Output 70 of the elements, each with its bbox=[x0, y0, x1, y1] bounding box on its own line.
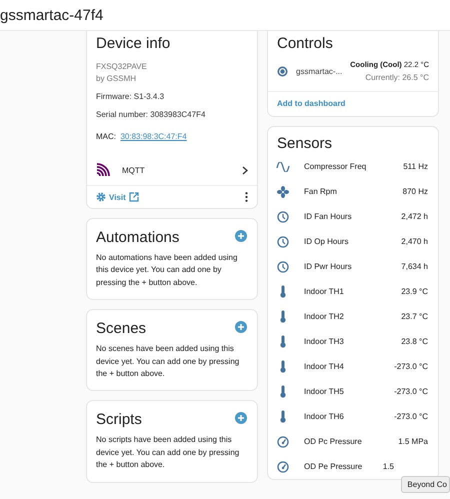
thermometer-icon bbox=[279, 385, 287, 398]
add-icon[interactable] bbox=[235, 230, 247, 242]
card-title: Sensors bbox=[276, 134, 334, 154]
sensor-name[interactable]: OD Pc Pressure bbox=[304, 437, 398, 446]
sensor-name[interactable]: Compressor Freq bbox=[304, 162, 404, 171]
sensor-value: 1.5 bbox=[382, 462, 394, 471]
add-icon[interactable] bbox=[235, 320, 247, 333]
sensor-name[interactable]: Indoor TH1 bbox=[304, 287, 402, 296]
mac-link[interactable]: 30:83:98:3C:47:F4 bbox=[120, 132, 187, 140]
sensor-name[interactable]: ID Pwr Hours bbox=[304, 262, 402, 271]
sensor-value: 2,470 h bbox=[401, 237, 428, 246]
empty-message: No scripts have been added using this device yet. You can add one by pressing the + button above. bbox=[95, 434, 240, 472]
sensor-value: -273.0 °C bbox=[394, 412, 428, 421]
card-title: Scenes bbox=[95, 319, 148, 340]
model-text: FXSQ32PAVE bbox=[95, 61, 148, 73]
visit-button[interactable]: Visit bbox=[96, 192, 139, 202]
thermometer-icon bbox=[279, 410, 287, 423]
tooltip: Beyond Co bbox=[401, 476, 450, 493]
card-title: Device info bbox=[95, 34, 172, 54]
sensor-name[interactable]: ID Op Hours bbox=[304, 237, 402, 246]
gauge-icon bbox=[277, 460, 289, 472]
thermometer-icon bbox=[279, 335, 287, 348]
sensor-name[interactable]: Indoor TH2 bbox=[304, 312, 402, 321]
serial-text: Serial number: 3083983C47F4 bbox=[95, 109, 206, 121]
sensor-value: 23.7 °C bbox=[401, 312, 428, 321]
sensor-name[interactable]: Indoor TH4 bbox=[304, 362, 394, 371]
sensor-value: 23.8 °C bbox=[401, 337, 428, 346]
card-title: Automations bbox=[95, 228, 180, 248]
clock-icon bbox=[277, 210, 289, 222]
sensor-name[interactable]: Indoor TH3 bbox=[304, 337, 402, 346]
integration-link[interactable]: MQTT bbox=[122, 166, 242, 174]
sensor-name[interactable]: OD Pe Pressure bbox=[304, 462, 383, 471]
clock-icon bbox=[277, 260, 289, 272]
mqtt-logo-icon bbox=[96, 163, 110, 177]
gear-icon bbox=[96, 192, 106, 202]
sensor-value: 870 Hz bbox=[402, 187, 428, 196]
gauge-icon bbox=[277, 436, 289, 448]
wave-icon bbox=[276, 162, 290, 172]
chevron-right-icon[interactable] bbox=[242, 166, 248, 174]
sensor-value: 2,472 h bbox=[401, 212, 428, 221]
thermostat-icon bbox=[277, 66, 288, 76]
entity-name[interactable]: gssmartac-... bbox=[296, 66, 350, 76]
card-title: Scripts bbox=[95, 410, 143, 430]
sensor-value: 7,634 h bbox=[401, 262, 428, 271]
sensor-value: 23.9 °C bbox=[401, 287, 428, 296]
manufacturer-text: by GSSMH bbox=[95, 73, 138, 85]
sensor-name[interactable]: Indoor TH5 bbox=[304, 387, 394, 396]
sensor-value: -273.0 °C bbox=[394, 362, 428, 371]
sensor-name[interactable]: Indoor TH6 bbox=[304, 412, 394, 421]
page-title: gssmartac-47f4 bbox=[0, 6, 104, 24]
empty-message: No scenes have been added using this device yet. You can add one by pressing the + button above. bbox=[95, 343, 240, 380]
mac-label: MAC: bbox=[96, 132, 116, 140]
thermometer-icon bbox=[279, 285, 287, 298]
empty-message: No automations have been added using this device yet. You can add one by pressing the + button above. bbox=[95, 252, 238, 289]
add-icon[interactable] bbox=[235, 412, 247, 424]
add-to-dashboard-link[interactable]: Add to dashboard bbox=[277, 99, 346, 108]
thermometer-icon bbox=[279, 310, 287, 323]
clock-icon bbox=[277, 236, 289, 248]
thermometer-icon bbox=[279, 360, 287, 373]
more-menu-icon[interactable] bbox=[245, 192, 248, 202]
card-title: Controls bbox=[276, 34, 334, 54]
sensor-name[interactable]: Fan Rpm bbox=[304, 187, 403, 196]
firmware-text: Firmware: S1-3.4.3 bbox=[95, 91, 166, 103]
current-temperature: Currently: 26.5 °C bbox=[365, 73, 429, 82]
sensor-value: 1.5 MPa bbox=[398, 437, 428, 446]
external-link-icon bbox=[128, 192, 139, 202]
sensor-value: -273.0 °C bbox=[394, 387, 428, 396]
sensor-name[interactable]: ID Fan Hours bbox=[304, 212, 402, 221]
sensor-value: 511 Hz bbox=[403, 162, 428, 171]
fan-icon bbox=[277, 186, 289, 198]
